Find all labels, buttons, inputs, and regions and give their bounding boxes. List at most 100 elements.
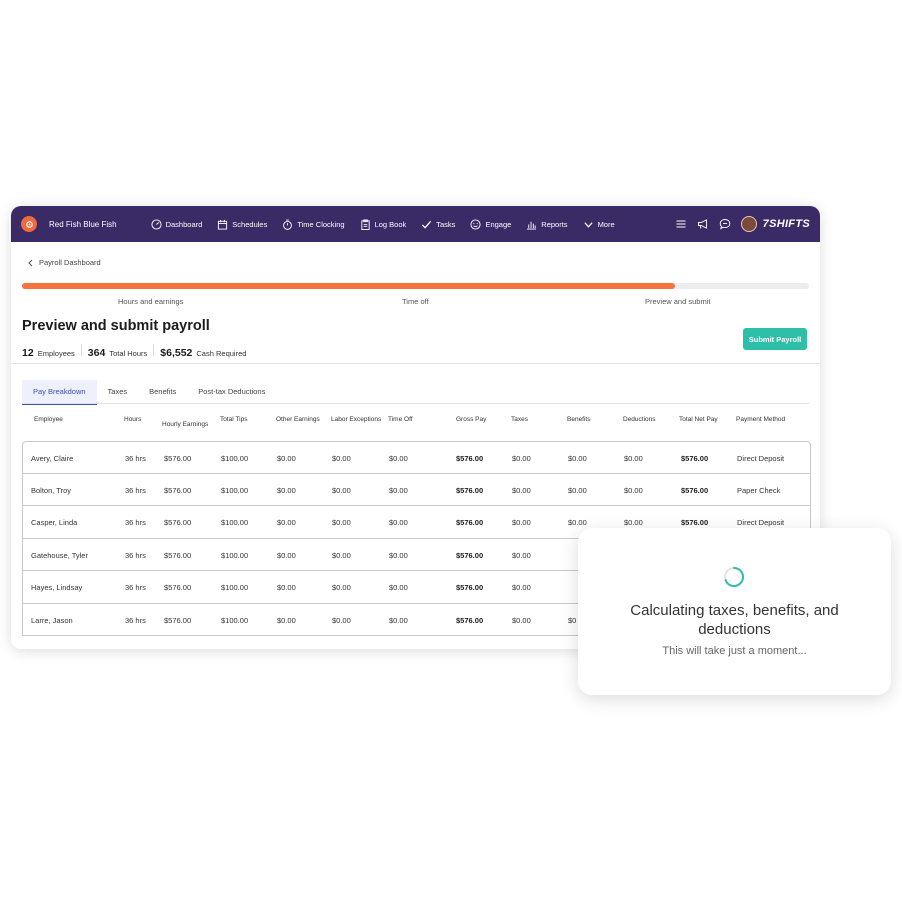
user-avatar[interactable]	[740, 216, 757, 232]
cell-time-off: $0.00	[389, 615, 408, 625]
payroll-tabs: Pay Breakdown Taxes Benefits Post-tax De…	[22, 380, 276, 405]
menu-icon[interactable]	[675, 218, 687, 230]
table-header: Employee Hours Hourly Earnings Total Tip…	[22, 413, 809, 437]
chevron-down-icon	[583, 221, 593, 228]
calculating-dialog: Calculating taxes, benefits, and deducti…	[578, 528, 891, 695]
company-name[interactable]: Red Fish Blue Fish	[49, 220, 117, 229]
cell-gross-pay: $576.00	[456, 615, 484, 625]
cell-employee: Larre, Jason	[31, 615, 73, 625]
col-labor-exceptions[interactable]: Labor Exceptions	[331, 416, 381, 423]
cell-taxes: $0.00	[512, 518, 531, 527]
cell-benefits: $0.00	[568, 454, 587, 463]
employees-label: Employees	[37, 349, 75, 358]
tab-post-tax-deductions[interactable]: Post-tax Deductions	[187, 380, 276, 405]
chat-icon[interactable]	[719, 218, 731, 230]
cell-total-net-pay: $576.00	[681, 485, 709, 495]
cell-deductions: $0.00	[624, 485, 643, 495]
cell-time-off: $0.00	[389, 454, 408, 463]
chevron-left-icon	[28, 259, 33, 266]
submit-payroll-button[interactable]: Submit Payroll	[743, 328, 807, 350]
cell-time-off: $0.00	[389, 485, 408, 495]
cell-taxes: $0.00	[512, 485, 531, 495]
col-time-off[interactable]: Time Off	[388, 416, 413, 423]
col-other-earnings[interactable]: Other Earnings	[276, 416, 320, 423]
cell-taxes: $0.00	[512, 550, 531, 560]
cell-other-earnings: $0.00	[277, 550, 296, 560]
cell-time-off: $0.00	[389, 583, 408, 592]
cell-hourly-earnings: $576.00	[164, 485, 192, 495]
cell-total-tips: $100.00	[221, 518, 249, 527]
cell-labor-exceptions: $0.00	[332, 583, 351, 592]
cell-total-net-pay: $576.00	[681, 454, 709, 463]
table-row[interactable]: Avery, Claire 36 hrs $576.00 $100.00 $0.00 $0…	[22, 441, 811, 474]
cell-hourly-earnings: $576.00	[164, 518, 192, 527]
table-row[interactable]: Bolton, Troy 36 hrs $576.00 $100.00 $0.00 $0.…	[22, 473, 811, 506]
nav-time-clocking[interactable]: Time Clocking	[282, 219, 345, 230]
col-total-tips[interactable]: Total Tips	[220, 416, 247, 423]
cell-benefits: $0	[568, 615, 577, 625]
dialog-title: Calculating taxes, benefits, and deducti…	[630, 602, 839, 638]
cell-total-tips: $100.00	[221, 485, 249, 495]
section-divider	[11, 363, 820, 364]
loading-spinner-icon	[724, 567, 744, 587]
cell-employee: Bolton, Troy	[31, 485, 72, 495]
col-hourly-earnings[interactable]: Hourly Earnings	[162, 421, 208, 428]
cell-hours: 36 hrs	[125, 550, 146, 560]
cell-labor-exceptions: $0.00	[332, 550, 351, 560]
total-hours-value: 364	[87, 347, 106, 359]
cash-required-value: $6,552	[160, 347, 193, 359]
col-benefits[interactable]: Benefits	[567, 416, 591, 423]
nav-label: Schedules	[232, 219, 268, 229]
nav-reports[interactable]: Reports	[526, 219, 568, 230]
cell-hours: 36 hrs	[125, 518, 146, 527]
nav-label: More	[597, 219, 615, 229]
col-payment-method[interactable]: Payment Method	[736, 416, 785, 423]
col-taxes[interactable]: Taxes	[511, 416, 528, 423]
nav-schedules[interactable]: Schedules	[217, 219, 267, 230]
cell-other-earnings: $0.00	[277, 583, 296, 592]
nav-label: Log Book	[374, 219, 407, 229]
stats-divider	[153, 344, 155, 356]
cell-hourly-earnings: $576.00	[164, 454, 192, 463]
tab-taxes[interactable]: Taxes	[97, 380, 139, 405]
nav-label: Tasks	[436, 219, 456, 229]
nav-more[interactable]: More	[583, 219, 615, 230]
cell-employee: Avery, Claire	[31, 454, 74, 463]
step-time-off: Time off	[402, 297, 429, 306]
top-navigation-bar: Red Fish Blue Fish Dashboard Schedules T…	[11, 206, 820, 242]
cell-payment-method: Direct Deposit	[737, 454, 785, 463]
cell-hours: 36 hrs	[125, 454, 146, 463]
col-deductions[interactable]: Deductions	[623, 416, 656, 423]
nav-label: Reports	[541, 219, 568, 229]
nav-dashboard[interactable]: Dashboard	[151, 218, 203, 230]
topbar-actions: 7SHIFTS	[665, 216, 810, 232]
step-hours-and-earnings: Hours and earnings	[118, 297, 184, 306]
cell-employee: Casper, Linda	[31, 518, 78, 527]
nav-log-book[interactable]: Log Book	[360, 219, 407, 230]
nav-tasks[interactable]: Tasks	[421, 219, 455, 230]
nav-label: Time Clocking	[297, 219, 345, 229]
tab-pay-breakdown[interactable]: Pay Breakdown	[22, 380, 97, 405]
nav-engage[interactable]: Engage	[470, 218, 511, 230]
nav-label: Dashboard	[165, 219, 203, 229]
cell-gross-pay: $576.00	[456, 583, 484, 592]
progress-fill	[22, 283, 676, 289]
breadcrumb[interactable]: Payroll Dashboard	[27, 258, 101, 267]
check-icon	[422, 220, 432, 229]
cell-employee: Hayes, Lindsay	[31, 583, 83, 592]
col-employee[interactable]: Employee	[34, 416, 63, 423]
payroll-stats: 12 Employees 364 Total Hours $6,552 Cash…	[22, 344, 246, 359]
clipboard-icon	[360, 219, 370, 230]
cell-time-off: $0.00	[389, 550, 408, 560]
cell-deductions: $0.00	[624, 518, 643, 527]
progress-bar	[22, 283, 809, 289]
megaphone-icon[interactable]	[697, 218, 709, 230]
company-logo-icon[interactable]	[21, 216, 37, 232]
col-total-net-pay[interactable]: Total Net Pay	[679, 416, 718, 423]
tab-benefits[interactable]: Benefits	[138, 380, 187, 405]
cell-benefits: $0.00	[568, 518, 587, 527]
col-hours[interactable]: Hours	[124, 416, 141, 423]
col-gross-pay[interactable]: Gross Pay	[456, 416, 486, 423]
cell-total-tips: $100.00	[221, 615, 249, 625]
cell-labor-exceptions: $0.00	[332, 485, 351, 495]
